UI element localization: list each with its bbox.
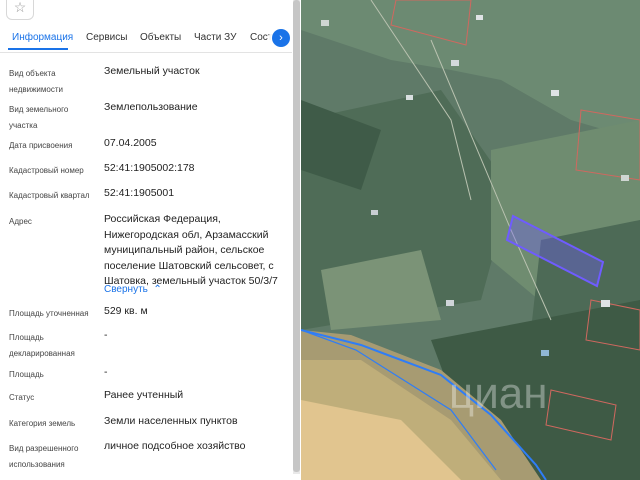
field-label: Вид объекта недвижимости bbox=[9, 69, 63, 94]
collapse-link[interactable]: Свернуть ⌃ bbox=[104, 284, 162, 295]
field-label: Адрес bbox=[9, 217, 32, 226]
field-value: Земельный участок bbox=[104, 65, 200, 77]
field-label: Площадь декларированная bbox=[9, 333, 75, 358]
field-value: Землепользование bbox=[104, 101, 198, 113]
field-value: Ранее учтенный bbox=[104, 389, 184, 401]
field-value: 52:41:1905001 bbox=[104, 187, 175, 199]
tab-information[interactable]: Информация bbox=[12, 32, 73, 43]
collapse-label: Свернуть bbox=[104, 284, 148, 295]
field-value: Земли населенных пунктов bbox=[104, 415, 238, 427]
field-label: Вид земельного участка bbox=[9, 105, 69, 130]
field-value: личное подсобное хозяйство bbox=[104, 440, 246, 452]
field-value: 529 кв. м bbox=[104, 305, 148, 317]
field-label: Категория земель bbox=[9, 419, 76, 428]
field-value: - bbox=[104, 366, 108, 378]
star-icon[interactable]: ☆ bbox=[6, 0, 34, 20]
field-label: Дата присвоения bbox=[9, 141, 73, 150]
field-label: Кадастровый квартал bbox=[9, 191, 90, 200]
tab-services[interactable]: Сервисы bbox=[86, 32, 127, 43]
field-value: Российская Федерация, Нижегородская обл,… bbox=[104, 213, 278, 287]
chevron-right-icon[interactable]: › bbox=[272, 29, 290, 47]
field-label: Площадь уточненная bbox=[9, 309, 89, 318]
tab-parts[interactable]: Части ЗУ bbox=[194, 32, 236, 43]
scrollbar-thumb[interactable] bbox=[293, 0, 300, 472]
active-tab-indicator bbox=[8, 48, 68, 50]
map-canvas[interactable]: циан bbox=[301, 0, 640, 480]
tab-objects[interactable]: Объекты bbox=[140, 32, 181, 43]
panel-header: ☆ bbox=[0, 0, 292, 22]
field-label: Статус bbox=[9, 393, 35, 402]
field-value: 52:41:1905002:178 bbox=[104, 162, 195, 174]
map-watermark: циан bbox=[449, 369, 548, 418]
field-label: Вид разрешенного использования bbox=[9, 444, 79, 469]
field-label: Площадь bbox=[9, 370, 44, 379]
chevron-up-icon: ⌃ bbox=[150, 284, 162, 295]
field-value: - bbox=[104, 329, 108, 341]
field-label: Кадастровый номер bbox=[9, 166, 84, 175]
satellite-map[interactable]: циан bbox=[301, 0, 640, 480]
field-value: 07.04.2005 bbox=[104, 137, 157, 149]
info-panel: ☆ Информация Сервисы Объекты Части ЗУ Со… bbox=[0, 0, 292, 480]
